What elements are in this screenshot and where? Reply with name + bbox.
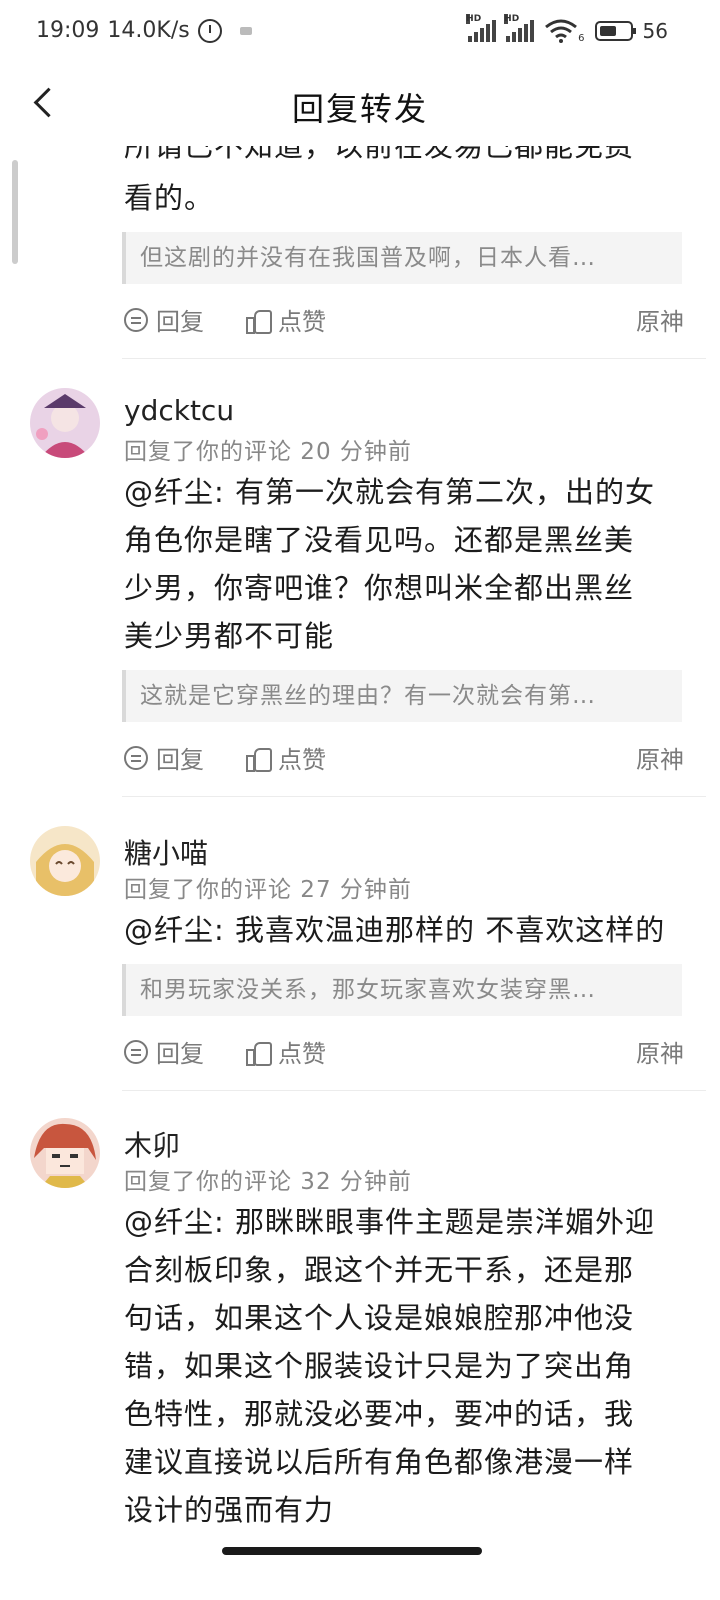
like-label: 点赞 [278,308,326,336]
reply-item: ydcktcu 回复了你的评论 20 分钟前 @纤尘: 有第一次就会有第二次，出… [0,388,720,808]
divider [122,796,706,797]
comment-body: @纤尘: 有第一次就会有第二次，出的女 角色你是瞎了没看见吗。还都是黑丝美 少男… [124,468,684,660]
reply-button[interactable]: 回复 [124,1034,204,1069]
reply-label: 回复 [156,746,204,774]
comment-line: 色特性，那就没必要冲，要冲的话，我 [124,1397,635,1431]
signal-icon: HD [466,14,497,42]
reply-icon [124,307,148,332]
network-speed: 14.0K/s [107,18,190,43]
comment-line: 设计的强而有力 [124,1493,335,1527]
reply-label: 回复 [156,308,204,336]
comment-text: 看的。 [124,181,215,215]
username[interactable]: 糖小喵 [124,832,208,872]
reply-meta: 回复了你的评论 27 分钟前 [124,877,412,903]
comment-body: @纤尘: 我喜欢温迪那样的 不喜欢这样的 [124,906,684,954]
quoted-comment[interactable]: 这就是它穿黑丝的理由？有一次就会有第… [122,670,682,722]
page-title: 回复转发 [291,90,428,128]
comment-line: 角色你是瞎了没看见吗。还都是黑丝美 [124,523,635,557]
wifi-badge: 6 [578,32,585,44]
reply-item: 糖小喵 回复了你的评论 27 分钟前 @纤尘: 我喜欢温迪那样的 不喜欢这样的 … [0,826,720,1106]
quoted-comment[interactable]: 但这剧的并没有在我国普及啊，日本人看… [122,232,682,284]
reply-icon [124,1039,148,1064]
avatar[interactable] [30,388,100,458]
notification-icon [239,26,252,35]
username[interactable]: ydcktcu [124,394,234,427]
like-button[interactable]: 点赞 [246,302,326,337]
comment-line: 建议直接说以后所有角色都像港漫一样 [124,1445,635,1479]
reply-button[interactable]: 回复 [124,302,204,337]
reply-label: 回复 [156,1040,204,1068]
status-bar: 19:09 14.0K/s HD HD 6 56 [0,0,720,64]
comment-line: @纤尘: 有第一次就会有第二次，出的女 [124,475,655,509]
alarm-icon [197,18,222,43]
like-label: 点赞 [278,1040,326,1068]
status-time: 19:09 [36,18,100,43]
like-button[interactable]: 点赞 [246,1034,326,1069]
hd-label-2: HD [504,14,520,24]
avatar[interactable] [30,826,100,896]
like-button[interactable]: 点赞 [246,740,326,775]
comment-line: 美少男都不可能 [124,619,335,653]
thumbs-up-icon [246,1040,272,1066]
like-label: 点赞 [278,746,326,774]
comment-actions: 回复 点赞 原神 [124,740,684,780]
thumbs-up-icon [246,746,272,772]
nav-bar: 回复转发 [0,64,720,144]
username[interactable]: 木卯 [124,1124,180,1164]
comment-line: 句话，如果这个人设是娘娘腔那冲他没 [124,1301,635,1335]
signal-icon-2: HD [504,14,535,42]
source-link[interactable]: 原神 [636,740,684,775]
comment-line: @纤尘: 那眯眯眼事件主题是崇洋媚外迎 [124,1205,655,1239]
comment-line: 少男，你寄吧谁？你想叫米全都出黑丝 [124,571,635,605]
source-link[interactable]: 原神 [636,1034,684,1069]
quoted-comment[interactable]: 和男玩家没关系，那女玩家喜欢女装穿黑… [122,964,682,1016]
battery-icon [594,21,636,41]
status-right: HD HD 6 56 [466,14,668,44]
divider [122,358,706,359]
home-indicator[interactable] [222,1547,482,1555]
comment-body: @纤尘: 那眯眯眼事件主题是崇洋媚外迎 合刻板印象，跟这个并无干系，还是那 句话… [124,1198,684,1534]
comment-actions: 回复 点赞 原神 [124,302,684,342]
divider [122,1090,706,1091]
hd-label: HD [466,14,482,24]
reply-icon [124,745,148,770]
comment-line: @纤尘: 我喜欢温迪那样的 不喜欢这样的 [124,913,666,947]
reply-item: 木卯 回复了你的评论 32 分钟前 @纤尘: 那眯眯眼事件主题是崇洋媚外迎 合刻… [0,1118,720,1538]
avatar[interactable] [30,1118,100,1188]
thumbs-up-icon [246,308,272,334]
wifi-icon [545,19,578,43]
reply-meta: 回复了你的评论 20 分钟前 [124,439,412,465]
status-left: 19:09 14.0K/s [36,18,252,43]
comment-actions: 回复 点赞 原神 [124,1034,684,1074]
source-link[interactable]: 原神 [636,302,684,337]
reply-meta: 回复了你的评论 32 分钟前 [124,1169,412,1195]
comment-text-clipped: 所谓已不知道，以前在发易已都能免费 [124,146,635,163]
reply-button[interactable]: 回复 [124,740,204,775]
battery-level: 56 [642,19,668,43]
comment-line: 错，如果这个服装设计只是为了突出角 [124,1349,635,1383]
comment-line: 合刻板印象，跟这个并无干系，还是那 [124,1253,635,1287]
reply-list: 所谓已不知道，以前在发易已都能免费 看的。 但这剧的并没有在我国普及啊，日本人看… [0,146,720,1546]
